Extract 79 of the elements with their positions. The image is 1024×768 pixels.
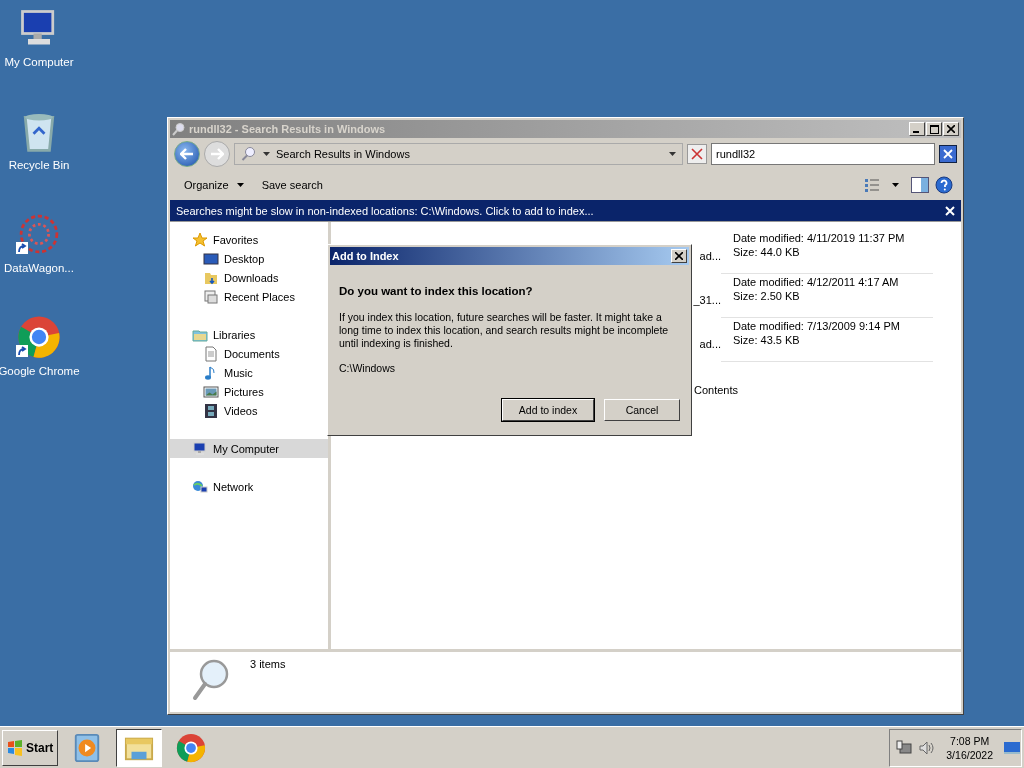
file-size: Size: 43.5 KB [733, 334, 801, 346]
nav-item[interactable]: My Computer [170, 439, 328, 458]
toolbar-button[interactable]: Organize [178, 176, 250, 194]
date-modified: Date modified: 4/11/2019 11:37 PM [733, 232, 906, 244]
clock-date[interactable]: 3/16/2022 [946, 748, 993, 761]
close-icon [691, 148, 703, 160]
chrome-icon [17, 315, 61, 359]
network-status-icon[interactable] [896, 739, 913, 756]
search-again-link[interactable]: Contents [694, 384, 739, 396]
info-bar[interactable]: Searches might be slow in non-indexed locations: C:\Windows. Click to add to index... [170, 200, 961, 221]
item-count: 3 items [250, 658, 286, 670]
volume-icon[interactable] [918, 739, 937, 756]
search-field[interactable]: rundll32 [711, 143, 935, 165]
close-icon [947, 125, 955, 133]
location-path: C:\Windows [339, 362, 396, 374]
file-size: Size: 44.0 KB [733, 246, 801, 258]
document-icon [203, 345, 219, 362]
nav-item[interactable]: Pictures [170, 382, 328, 401]
network-icon [192, 478, 208, 495]
nav-item[interactable]: Favorites [170, 230, 328, 249]
clock-time[interactable]: 7:08 PM [950, 734, 990, 747]
nav-item[interactable]: Desktop [170, 249, 328, 268]
dialog-message: If you index this location, future searches will be faster. It might take a long time to index this location, and search results might be incomplete until indexing is finished. [339, 311, 670, 350]
close-button[interactable] [943, 122, 959, 136]
caret-icon [669, 152, 676, 156]
minimize-button[interactable] [909, 122, 925, 136]
close-icon [675, 252, 683, 260]
recent-places-icon [203, 288, 219, 305]
file-name[interactable]: ad... [699, 338, 721, 350]
nav-item[interactable]: Music [170, 363, 328, 382]
close-icon[interactable] [945, 205, 955, 216]
toolbar-button[interactable]: Save search [255, 176, 329, 194]
dialog-title: Add to Index [332, 250, 400, 262]
chrome-icon [176, 732, 207, 763]
info-bar-text[interactable]: Searches might be slow in non-indexed locations: C:\Windows. Click to add to index... [176, 204, 941, 217]
taskbar-app-button[interactable] [116, 728, 163, 767]
help-icon[interactable] [935, 176, 953, 194]
dialog-heading: Do you want to index this location? [339, 285, 534, 297]
search-close-button[interactable] [939, 145, 957, 163]
desktop-icon-label[interactable]: My Computer [4, 56, 74, 68]
film-icon [203, 402, 219, 419]
nav-item[interactable]: Libraries [170, 325, 328, 344]
nav-item[interactable]: Recent Places [170, 287, 328, 306]
file-name[interactable]: ad... [699, 250, 721, 262]
windows-logo-icon [7, 739, 23, 756]
network-ball-icon [17, 212, 61, 256]
address-bar[interactable]: Search Results in Windows [234, 143, 683, 165]
back-button[interactable] [174, 141, 200, 167]
close-button[interactable] [671, 249, 687, 263]
desktop-icon-label[interactable]: Recycle Bin [8, 159, 70, 171]
file-name[interactable]: _31... [693, 294, 721, 306]
maximize-button[interactable] [926, 122, 942, 136]
date-modified: Date modified: 7/13/2009 9:14 PM [733, 320, 901, 332]
start-button[interactable]: Start [2, 729, 59, 766]
desktop-icon-label[interactable]: DataWagon... [4, 262, 74, 274]
back-arrow-icon [180, 148, 194, 160]
caret-icon [263, 152, 270, 156]
nav-item[interactable]: Videos [170, 401, 328, 420]
date-modified: Date modified: 4/12/2011 4:17 AM [733, 276, 900, 288]
window-title: rundll32 - Search Results in Windows [189, 123, 387, 135]
dialog-button[interactable]: Cancel [604, 399, 680, 421]
breadcrumb[interactable]: Search Results in Windows [276, 148, 663, 160]
caret-icon [892, 183, 899, 187]
caret-icon [236, 183, 244, 187]
dialog-button[interactable]: Add to index [502, 399, 594, 421]
star-icon [192, 231, 208, 248]
nav-item[interactable]: Network [170, 477, 328, 496]
search-icon [172, 122, 186, 136]
close-icon [943, 149, 953, 159]
nav-item[interactable]: Documents [170, 344, 328, 363]
preview-pane-icon[interactable] [911, 177, 929, 193]
desktop-icon [203, 250, 219, 267]
maximize-icon [929, 124, 939, 134]
clear-search-button[interactable] [687, 144, 707, 164]
pictures-icon [203, 383, 219, 400]
forward-arrow-icon [210, 148, 224, 160]
search-icon [241, 146, 257, 162]
view-list-icon[interactable] [864, 177, 880, 193]
file-size: Size: 2.50 KB [733, 290, 801, 302]
